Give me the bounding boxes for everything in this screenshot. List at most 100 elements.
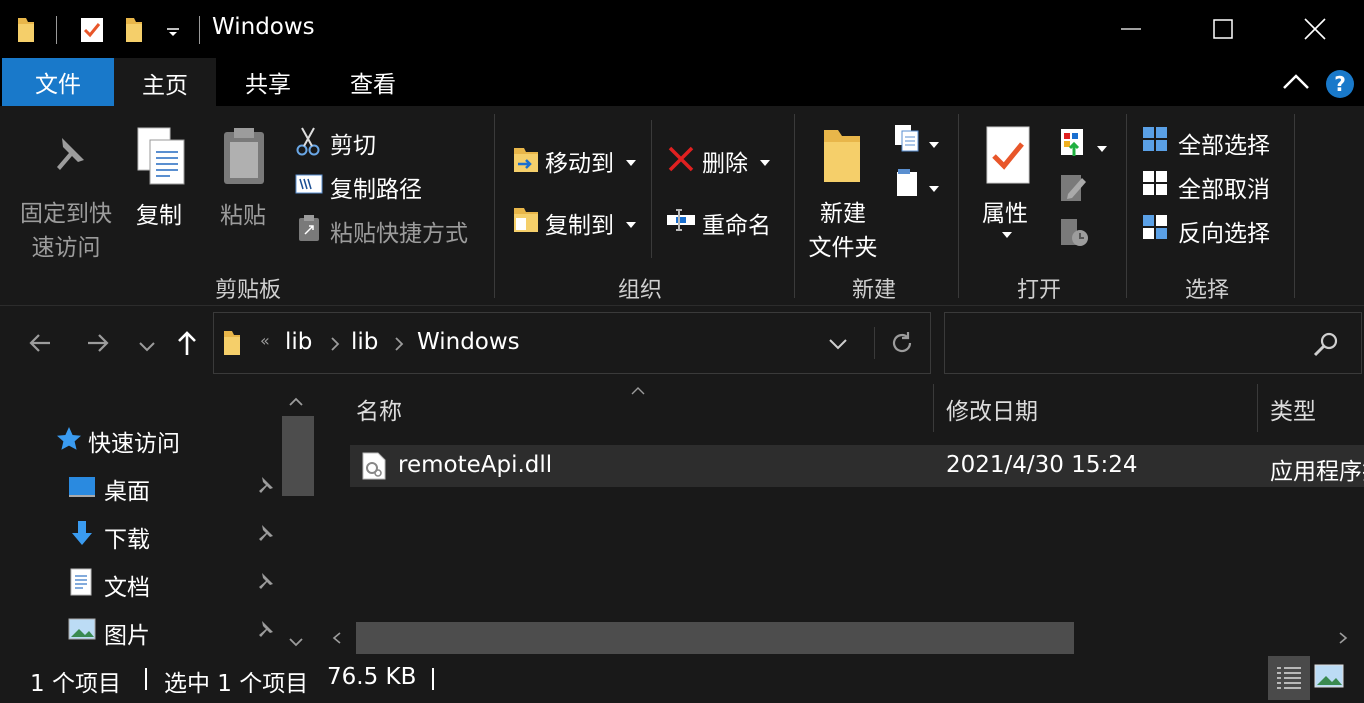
status-separator [145, 668, 147, 690]
rename-button[interactable]: 重命名 [702, 206, 771, 240]
tab-share[interactable]: 共享 [216, 58, 320, 106]
separator [874, 327, 875, 359]
back-button[interactable] [28, 332, 52, 358]
nav-item-desktop[interactable]: 桌面 [0, 462, 280, 510]
title-bar: Windows [0, 0, 1364, 58]
pin-icon[interactable] [254, 620, 274, 644]
file-name: remoteApi.dll [398, 452, 553, 478]
chevron-down-icon[interactable] [929, 134, 939, 153]
copy-button[interactable]: 复制 [136, 196, 182, 230]
breadcrumb-lib-2[interactable]: lib [351, 329, 378, 355]
paste-shortcut-button[interactable]: 粘贴快捷方式 [330, 214, 468, 248]
nav-item-downloads[interactable]: 下载 [0, 510, 280, 558]
tab-view[interactable]: 查看 [320, 58, 426, 106]
group-separator [958, 114, 959, 298]
open-icon[interactable] [1060, 126, 1090, 162]
nav-item-quick-access[interactable]: 快速访问 [0, 414, 280, 462]
group-label-clipboard: 剪贴板 [214, 278, 281, 303]
minimize-button[interactable] [1084, 0, 1178, 58]
scroll-down-icon[interactable] [288, 632, 304, 651]
pin-icon[interactable] [254, 476, 274, 500]
file-type: 应用程序扩 [1270, 459, 1364, 485]
search-box[interactable] [944, 312, 1362, 374]
nav-item-pictures[interactable]: 图片 [0, 606, 280, 654]
recent-locations-button[interactable] [138, 338, 156, 357]
group-separator [494, 114, 495, 298]
group-label-select: 选择 [1184, 278, 1229, 303]
horizontal-scrollbar-thumb[interactable] [356, 622, 1074, 654]
ribbon-tabs: 文件 主页 共享 查看 ? [0, 58, 1364, 108]
folder-icon [16, 16, 36, 48]
address-bar[interactable]: « lib lib Windows [213, 312, 931, 374]
select-none-button[interactable]: 全部取消 [1178, 170, 1270, 204]
breadcrumb-chevron-icon[interactable] [330, 336, 340, 356]
breadcrumb-windows[interactable]: Windows [417, 329, 520, 355]
column-header-type[interactable]: 类型 [1270, 392, 1316, 426]
group-separator [1126, 114, 1127, 298]
chevron-down-icon[interactable] [760, 152, 770, 171]
column-header-modified[interactable]: 修改日期 [946, 392, 1038, 426]
tab-home[interactable]: 主页 [114, 58, 216, 108]
chevron-down-icon[interactable] [1002, 224, 1012, 243]
pin-icon[interactable] [254, 524, 274, 548]
invert-selection-button[interactable]: 反向选择 [1178, 214, 1270, 248]
table-row[interactable]: remoteApi.dll 2021/4/30 15:24 应用程序扩 [350, 445, 1364, 487]
group-label-open: 打开 [1016, 278, 1061, 303]
new-folder-icon[interactable] [124, 16, 144, 48]
up-button[interactable] [176, 330, 198, 360]
properties-icon[interactable] [80, 16, 104, 48]
chevron-down-icon[interactable] [929, 178, 939, 197]
pin-to-quick-access-button[interactable]: 固定到快 速访问 [14, 194, 118, 262]
refresh-button[interactable] [890, 331, 914, 359]
scroll-up-icon[interactable] [288, 392, 304, 411]
scrollbar-thumb[interactable] [282, 416, 314, 496]
chevron-down-icon[interactable] [626, 214, 636, 233]
paste-button[interactable]: 粘贴 [220, 196, 266, 230]
new-folder-label-2: 文件夹 [808, 235, 878, 261]
select-all-icon [1142, 126, 1168, 156]
nav-item-documents[interactable]: 文档 [0, 558, 280, 606]
scroll-left-icon[interactable] [332, 630, 342, 649]
scroll-right-icon[interactable] [1338, 630, 1348, 649]
pin-icon[interactable] [254, 572, 274, 596]
breadcrumb-overflow[interactable]: « [260, 331, 270, 350]
collapse-ribbon-icon[interactable] [1282, 72, 1310, 96]
copy-path-button[interactable]: 复制路径 [330, 170, 422, 204]
forward-button[interactable] [86, 332, 110, 358]
history-icon[interactable] [1060, 218, 1090, 252]
breadcrumb-lib-1[interactable]: lib [285, 329, 312, 355]
move-to-icon [512, 144, 540, 178]
close-button[interactable] [1268, 0, 1362, 58]
large-icons-view-button[interactable] [1314, 664, 1344, 694]
select-all-button[interactable]: 全部选择 [1178, 126, 1270, 160]
chevron-down-icon[interactable] [166, 22, 180, 41]
nav-label: 快速访问 [88, 431, 180, 457]
breadcrumb-chevron-icon[interactable] [394, 336, 404, 356]
help-icon[interactable]: ? [1325, 69, 1355, 103]
separator [651, 120, 652, 258]
maximize-button[interactable] [1176, 0, 1270, 58]
address-dropdown-button[interactable] [828, 337, 848, 356]
new-folder-button[interactable]: 新建 文件夹 [800, 194, 886, 262]
move-to-button[interactable]: 移动到 [545, 144, 614, 178]
delete-button[interactable]: 删除 [702, 144, 748, 178]
search-icon[interactable] [1313, 331, 1339, 361]
details-view-button[interactable] [1268, 656, 1310, 700]
new-item-icon[interactable] [894, 124, 924, 158]
column-header-name[interactable]: 名称 [356, 392, 402, 426]
copy-to-button[interactable]: 复制到 [545, 206, 614, 240]
tab-file[interactable]: 文件 [2, 58, 114, 106]
window-title: Windows [212, 14, 315, 40]
chevron-down-icon[interactable] [1097, 138, 1107, 157]
delete-icon [668, 146, 694, 176]
chevron-down-icon[interactable] [626, 152, 636, 171]
easy-access-icon[interactable] [896, 168, 920, 202]
file-modified: 2021/4/30 15:24 [946, 452, 1138, 478]
pin-label: 固定到快 [20, 201, 112, 227]
edit-icon[interactable] [1060, 172, 1088, 206]
properties-button[interactable]: 属性 [982, 194, 1028, 228]
cut-button[interactable]: 剪切 [330, 126, 376, 160]
folder-icon [222, 329, 242, 361]
column-separator[interactable] [933, 384, 934, 432]
column-separator[interactable] [1257, 384, 1258, 432]
